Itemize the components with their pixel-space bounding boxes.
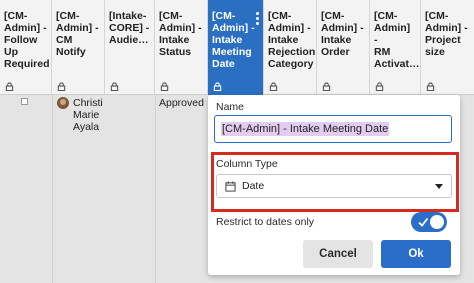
- column-header-label: [Intake- CORE] - Audie…: [109, 10, 150, 46]
- column-header-project-size[interactable]: [CM- Admin] - Project size: [421, 0, 474, 95]
- cell-intake-status[interactable]: Approved: [159, 97, 204, 109]
- lock-icon: [269, 82, 278, 91]
- column-edit-popup: Name [CM-Admin] - Intake Meeting Date Co…: [208, 95, 460, 275]
- check-icon: [418, 217, 429, 227]
- column-header-cm-notify[interactable]: [CM- Admin] - CM Notify: [52, 0, 105, 95]
- column-name-input[interactable]: [CM-Admin] - Intake Meeting Date: [214, 115, 452, 143]
- column-header-intake-meeting-date[interactable]: [CM- Admin] - Intake Meeting Date: [208, 0, 264, 95]
- name-label: Name: [216, 101, 245, 113]
- column-header-label: [CM- Admin] - Project size: [425, 10, 468, 58]
- column-header-label: [CM- Admin] - Intake Rejection Category: [268, 10, 316, 70]
- column-type-label: Column Type: [216, 158, 278, 170]
- avatar: [57, 97, 69, 109]
- lock-icon: [426, 82, 435, 91]
- lock-icon: [322, 82, 331, 91]
- column-header-label: [CM- Admin] - Follow Up Required: [4, 10, 50, 70]
- chevron-down-icon: [435, 184, 443, 189]
- column-name-value: [CM-Admin] - Intake Meeting Date: [221, 122, 390, 136]
- column-header-label: [CM- Admin] - Intake Meeting Date: [212, 10, 255, 70]
- restrict-dates-label: Restrict to dates only: [216, 216, 315, 228]
- column-header-label: [CM- Admin] - Intake Status: [159, 10, 202, 58]
- column-type-value: Date: [242, 180, 265, 192]
- row-select-checkbox[interactable]: [21, 98, 28, 105]
- column-header-follow-up-required[interactable]: [CM- Admin] - Follow Up Required: [0, 0, 52, 95]
- lock-icon: [213, 82, 222, 91]
- column-header-label: [CM- Admin] - Intake Order: [321, 10, 364, 58]
- lock-icon: [57, 82, 66, 91]
- cancel-button[interactable]: Cancel: [303, 240, 373, 268]
- column-header-audience[interactable]: [Intake- CORE] - Audie…: [105, 0, 155, 95]
- toggle-knob: [430, 215, 444, 229]
- column-header-label: [CM- Admin] - CM Notify: [56, 10, 99, 58]
- column-header-rm-activation[interactable]: [CM- Admin] - RM Activat…: [370, 0, 421, 95]
- calendar-icon: [225, 180, 236, 192]
- lock-icon: [160, 82, 169, 91]
- lock-icon: [375, 82, 384, 91]
- cell-assignee-name[interactable]: Christi Marie Ayala: [73, 97, 123, 133]
- ok-button[interactable]: Ok: [381, 240, 451, 268]
- lock-icon: [110, 82, 119, 91]
- column-divider: [155, 95, 156, 283]
- header-row: [CM- Admin] - Follow Up Required [CM- Ad…: [0, 0, 474, 95]
- column-header-label: [CM- Admin] - RM Activat…: [374, 10, 420, 70]
- column-type-select[interactable]: Date: [216, 174, 452, 198]
- column-header-intake-order[interactable]: [CM- Admin] - Intake Order: [317, 0, 370, 95]
- column-header-intake-status[interactable]: [CM- Admin] - Intake Status: [155, 0, 208, 95]
- lock-icon: [5, 82, 14, 91]
- restrict-dates-toggle[interactable]: [411, 212, 447, 232]
- column-menu-icon[interactable]: [256, 12, 259, 27]
- column-header-intake-rejection-category[interactable]: [CM- Admin] - Intake Rejection Category: [264, 0, 317, 95]
- column-divider: [52, 95, 53, 283]
